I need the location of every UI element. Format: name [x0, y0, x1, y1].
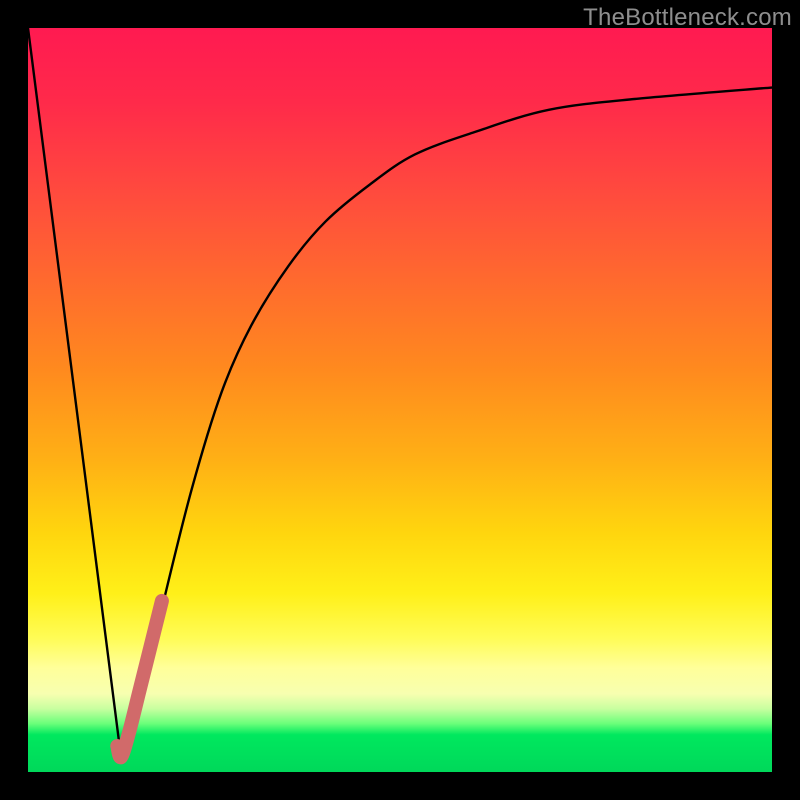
- highlight-segment: [117, 601, 162, 757]
- chart-svg: [28, 28, 772, 772]
- curve-group: [28, 28, 772, 757]
- chart-frame: TheBottleneck.com: [0, 0, 800, 800]
- plot-area: [28, 28, 772, 772]
- curve-left-descent: [28, 28, 121, 757]
- curve-right-asymptote: [121, 88, 772, 758]
